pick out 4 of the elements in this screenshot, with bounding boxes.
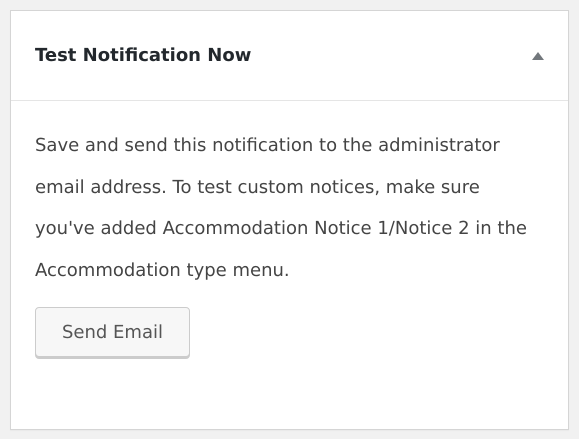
panel-title: Test Notification Now: [35, 45, 252, 66]
collapse-toggle-icon[interactable]: [532, 52, 544, 60]
send-email-button[interactable]: Send Email: [35, 307, 190, 357]
panel-description: Save and send this notification to the administrator email address. To test custom notices, make sure you've added Accommodation Notice 1/Notice 2 in the Accommodation type menu.: [35, 134, 528, 282]
